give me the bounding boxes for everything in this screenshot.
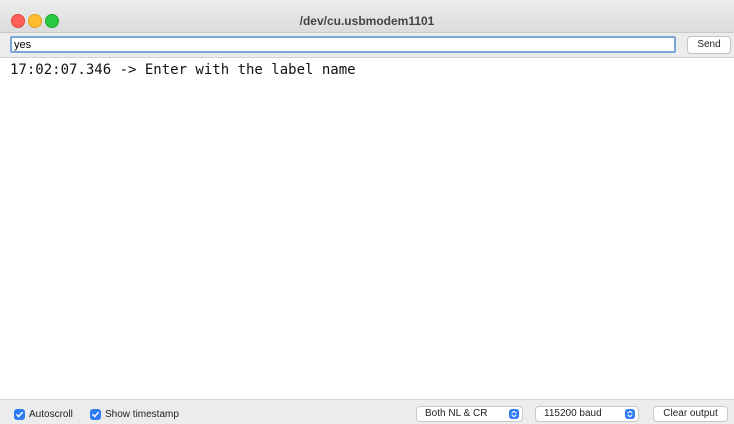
baud-rate-select[interactable]: 115200 baud (535, 406, 639, 422)
show-timestamp-checkbox[interactable]: Show timestamp (90, 409, 179, 420)
chevron-updown-icon (509, 409, 519, 419)
autoscroll-checkbox[interactable]: Autoscroll (14, 409, 73, 420)
checkmark-icon (14, 409, 25, 420)
show-timestamp-label: Show timestamp (105, 409, 179, 420)
line-ending-select[interactable]: Both NL & CR (416, 406, 523, 422)
chevron-updown-icon (625, 409, 635, 419)
window-title: /dev/cu.usbmodem1101 (299, 14, 435, 28)
checkmark-icon (90, 409, 101, 420)
baud-rate-value: 115200 baud (544, 408, 602, 419)
output-line: 17:02:07.346 -> Enter with the label nam… (10, 62, 356, 78)
serial-monitor-window: /dev/cu.usbmodem1101 Send 17:02:07.346 -… (0, 0, 734, 424)
clear-output-button[interactable]: Clear output (653, 406, 728, 422)
serial-output[interactable]: 17:02:07.346 -> Enter with the label nam… (0, 58, 734, 398)
autoscroll-label: Autoscroll (29, 409, 73, 420)
line-ending-value: Both NL & CR (425, 408, 488, 419)
send-input[interactable] (10, 36, 676, 53)
bottom-bar: Autoscroll Show timestamp Both NL & CR 1… (0, 399, 734, 424)
send-button[interactable]: Send (687, 36, 731, 54)
title-bar[interactable]: /dev/cu.usbmodem1101 (0, 0, 734, 33)
send-bar: Send (0, 33, 734, 58)
